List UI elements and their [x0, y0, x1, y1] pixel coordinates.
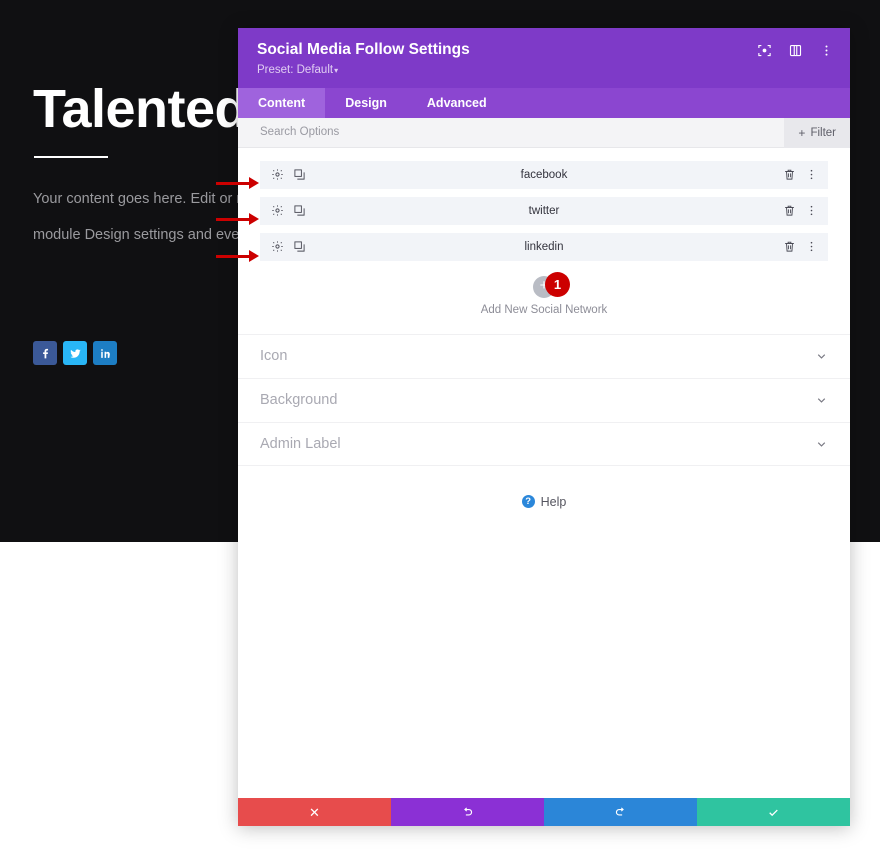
- modal-header-actions: [757, 43, 834, 58]
- redo-button[interactable]: [544, 798, 697, 826]
- social-media-follow-settings-modal: Social Media Follow Settings Preset: Def…: [238, 28, 850, 826]
- chevron-down-icon: ▾: [334, 65, 339, 75]
- tab-advanced[interactable]: Advanced: [407, 88, 507, 118]
- duplicate-icon[interactable]: [293, 240, 306, 253]
- table-row[interactable]: facebook: [260, 160, 828, 189]
- modal-tabbar: Content Design Advanced: [238, 87, 850, 118]
- accordion-section-admin-label[interactable]: Admin Label: [238, 421, 850, 466]
- plus-icon: +: [798, 125, 806, 140]
- row-left-actions: [271, 168, 306, 181]
- linkedin-icon: [100, 348, 110, 358]
- table-row[interactable]: linkedin: [260, 232, 828, 261]
- status-badge: 1: [545, 271, 570, 297]
- add-new-social-network-label: Add New Social Network: [480, 303, 608, 316]
- trash-icon[interactable]: [783, 168, 796, 181]
- add-new-social-network-area: + 1 Add New Social Network: [238, 271, 850, 316]
- hero-divider: [34, 156, 108, 158]
- chevron-down-icon: [815, 394, 828, 407]
- trash-icon[interactable]: [783, 204, 796, 217]
- annotation-arrow-linkedin-row: [216, 250, 259, 262]
- check-icon: [769, 809, 778, 816]
- row-right-actions: [783, 197, 818, 225]
- facebook-icon: [42, 348, 48, 358]
- undo-icon: [464, 806, 473, 816]
- filter-button[interactable]: + Filter: [784, 117, 850, 148]
- table-row-label: facebook: [520, 168, 568, 181]
- add-new-social-network-button[interactable]: + 1: [533, 271, 570, 299]
- more-vertical-icon[interactable]: [819, 43, 834, 58]
- accordion-label: Icon: [260, 348, 288, 365]
- twitter-icon: [69, 348, 81, 358]
- social-icon-facebook[interactable]: [33, 341, 57, 365]
- tab-content[interactable]: Content: [238, 87, 326, 118]
- redo-icon: [615, 806, 624, 816]
- gear-icon[interactable]: [271, 240, 284, 253]
- social-icon-twitter[interactable]: [63, 341, 87, 365]
- chevron-down-icon: [815, 350, 828, 363]
- modal-body: facebook twitter linkedin + 1 Add New So…: [238, 147, 850, 798]
- accordion-section-icon[interactable]: Icon: [238, 333, 850, 378]
- help-link[interactable]: ? Help: [238, 495, 850, 509]
- modal-footer: ✕: [238, 798, 850, 826]
- table-row[interactable]: twitter: [260, 196, 828, 225]
- modal-title: Social Media Follow Settings: [257, 41, 470, 58]
- accordion-label: Background: [260, 392, 338, 409]
- hero-social-follow-module: [33, 341, 117, 365]
- layout-icon[interactable]: [788, 43, 803, 58]
- close-icon: ✕: [309, 804, 320, 820]
- tab-design[interactable]: Design: [325, 88, 407, 118]
- row-right-actions: [783, 161, 818, 189]
- chevron-down-icon: [815, 437, 828, 450]
- row-right-actions: [783, 233, 818, 261]
- duplicate-icon[interactable]: [293, 204, 306, 217]
- row-left-actions: [271, 240, 306, 253]
- search-options-bar: Search Options + Filter: [238, 117, 850, 148]
- more-vertical-icon[interactable]: [805, 240, 818, 253]
- undo-button[interactable]: [391, 798, 544, 826]
- row-left-actions: [271, 204, 306, 217]
- annotation-arrow-twitter-row: [216, 213, 259, 225]
- save-button[interactable]: [697, 798, 850, 826]
- trash-icon[interactable]: [783, 240, 796, 253]
- annotation-arrow-facebook-row: [216, 177, 259, 189]
- more-vertical-icon[interactable]: [805, 204, 818, 217]
- gear-icon[interactable]: [271, 204, 284, 217]
- search-input[interactable]: Search Options: [260, 126, 339, 138]
- screenshot-root: Talented peo Your content goes here. Edi…: [0, 0, 880, 854]
- help-icon: ?: [521, 495, 535, 509]
- table-row-label: linkedin: [524, 240, 564, 253]
- duplicate-icon[interactable]: [293, 168, 306, 181]
- modal-header: Social Media Follow Settings Preset: Def…: [238, 28, 850, 88]
- more-vertical-icon[interactable]: [805, 168, 818, 181]
- social-network-list: facebook twitter linkedin: [238, 160, 850, 261]
- filter-button-label: Filter: [810, 126, 836, 139]
- help-label: Help: [540, 494, 567, 509]
- table-row-label: twitter: [528, 204, 560, 217]
- preset-label: Preset: Default: [257, 63, 334, 76]
- social-icon-linkedin[interactable]: [93, 341, 117, 365]
- gear-icon[interactable]: [271, 168, 284, 181]
- accordion-section-background[interactable]: Background: [238, 377, 850, 422]
- settings-accordion: Icon Background Admin Label: [238, 333, 850, 466]
- focus-icon[interactable]: [757, 43, 772, 58]
- preset-selector[interactable]: Preset: Default▾: [257, 64, 832, 76]
- accordion-label: Admin Label: [260, 435, 341, 452]
- cancel-button[interactable]: ✕: [238, 798, 391, 826]
